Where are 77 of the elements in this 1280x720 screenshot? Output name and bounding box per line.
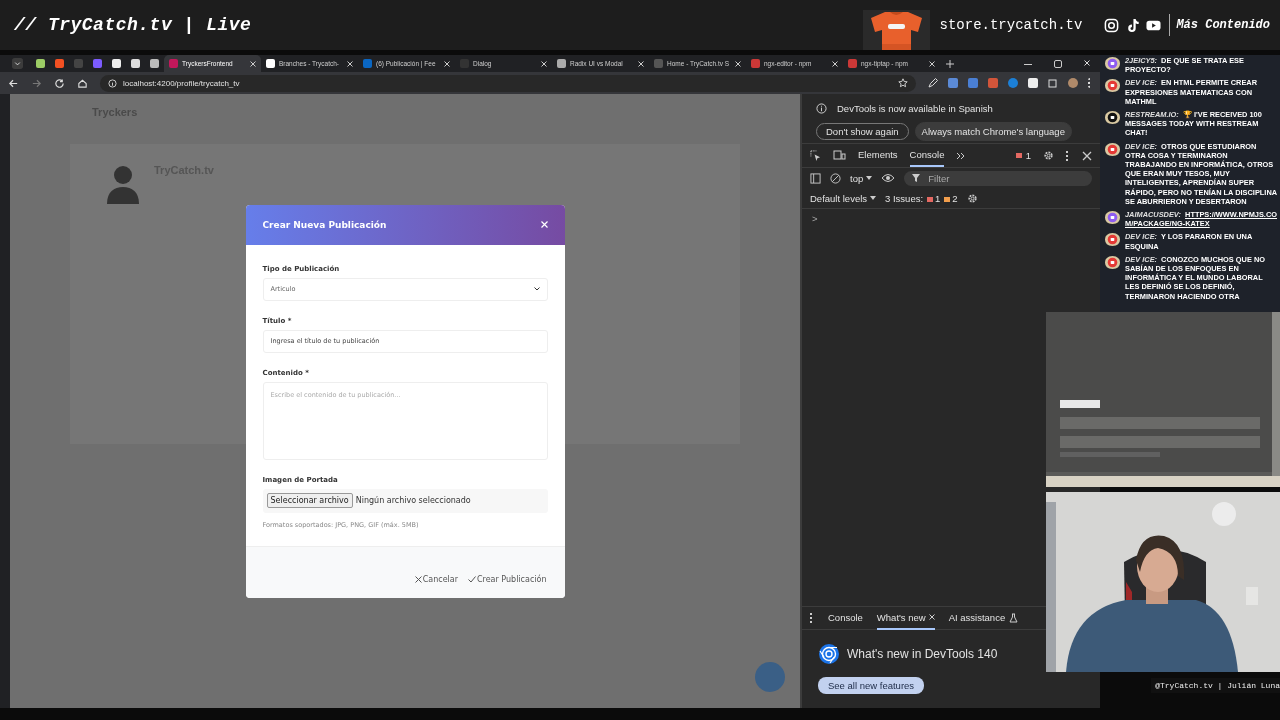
- tab-search-icon[interactable]: [12, 58, 23, 69]
- close-icon[interactable]: [541, 60, 547, 67]
- tiktok-icon[interactable]: [1125, 17, 1141, 33]
- flask-icon: [1009, 613, 1019, 623]
- youtube-badge-icon: [1104, 141, 1121, 157]
- chrome-logo-icon: [818, 643, 840, 665]
- drawer-tab[interactable]: Console: [828, 606, 863, 630]
- choose-file-button[interactable]: Seleccionar archivo: [266, 493, 353, 508]
- streamer-name-tag: @TryCatch.tv | Julián Luna: [1151, 678, 1280, 693]
- notice-button[interactable]: Always match Chrome's language: [914, 122, 1072, 141]
- youtube-badge-icon: [1104, 254, 1121, 270]
- avatar-icon: [106, 164, 140, 204]
- more-tabs-icon[interactable]: [956, 151, 966, 160]
- modal-title: Crear Nueva Publicación: [262, 219, 387, 230]
- close-icon[interactable]: [929, 60, 935, 67]
- filter-field[interactable]: Filter: [904, 170, 1092, 186]
- drawer-menu-icon[interactable]: [810, 613, 814, 623]
- stream-title: // TryCatch.tv | Live: [14, 15, 252, 35]
- see-all-features-button[interactable]: See all new features: [818, 677, 925, 694]
- more-content-label: Más Contenido: [1176, 18, 1270, 32]
- close-icon[interactable]: [832, 60, 838, 67]
- error-count[interactable]: 1: [1011, 150, 1031, 161]
- chevron-down-icon: [533, 287, 540, 291]
- home-icon[interactable]: [77, 77, 88, 89]
- youtube-badge-icon: [1104, 232, 1121, 248]
- close-icon: [414, 575, 422, 583]
- twitch-badge-icon: [1104, 56, 1121, 71]
- restore-icon[interactable]: [1054, 59, 1062, 68]
- caret-icon: [866, 176, 873, 180]
- pen-icon[interactable]: [928, 78, 938, 88]
- close-icon[interactable]: [347, 60, 353, 67]
- devtools-tab[interactable]: Elements: [858, 144, 898, 167]
- back-icon[interactable]: [8, 77, 19, 89]
- instagram-icon[interactable]: [1104, 17, 1120, 33]
- close-icon[interactable]: [250, 60, 256, 67]
- twitch-badge-icon: [1104, 210, 1121, 226]
- reload-icon[interactable]: [54, 77, 65, 89]
- console-prompt[interactable]: >: [812, 213, 818, 224]
- check-icon: [467, 575, 476, 583]
- filter-icon: [912, 174, 921, 182]
- info-icon[interactable]: [108, 78, 117, 88]
- youtube-badge-icon: [1104, 78, 1121, 94]
- log-levels-select[interactable]: Default levels: [810, 192, 877, 204]
- close-icon[interactable]: [638, 60, 644, 67]
- cancel-button[interactable]: Cancelar: [414, 574, 458, 584]
- settings-icon[interactable]: [1043, 150, 1054, 161]
- device-toolbar-icon[interactable]: [833, 150, 846, 161]
- inspect-icon[interactable]: [810, 150, 821, 161]
- close-icon[interactable]: [444, 60, 450, 67]
- file-status: Ningún archivo seleccionado: [355, 496, 471, 505]
- context-select[interactable]: top: [850, 172, 873, 184]
- close-icon[interactable]: [1084, 59, 1090, 66]
- store-url: store.trycatch.tv: [939, 17, 1083, 33]
- close-icon[interactable]: [928, 614, 935, 620]
- devtools-tab[interactable]: Console: [909, 144, 945, 167]
- new-tab-icon[interactable]: [946, 59, 954, 68]
- sidebar-toggle-icon[interactable]: [810, 172, 821, 184]
- bookmark-star-icon[interactable]: [898, 78, 908, 88]
- settings-icon[interactable]: [966, 192, 978, 204]
- clear-console-icon[interactable]: [830, 172, 841, 184]
- more-options-icon[interactable]: [1066, 150, 1070, 161]
- close-icon[interactable]: [735, 60, 741, 67]
- forward-icon[interactable]: [31, 77, 42, 89]
- close-icon[interactable]: [1082, 150, 1092, 161]
- address-bar[interactable]: localhost:4200/profile/trycatch_tv: [100, 74, 916, 92]
- drawer-tab[interactable]: What's new: [876, 606, 935, 630]
- create-post-button[interactable]: Crear Publicación: [467, 574, 547, 584]
- whats-new-title: What's new in DevTools 140: [847, 647, 998, 661]
- restream-badge-icon: [1104, 110, 1121, 125]
- caret-icon: [870, 196, 877, 200]
- language-notice: DevTools is now available in Spanish: [837, 103, 993, 114]
- drawer-tab[interactable]: AI assistance: [948, 606, 1006, 630]
- info-icon: [816, 103, 827, 114]
- profile-avatar[interactable]: [1068, 78, 1078, 88]
- puzzle-icon[interactable]: [1048, 78, 1058, 88]
- issues-label[interactable]: 3 Issues: 1 2: [885, 192, 958, 204]
- eye-icon[interactable]: [881, 173, 896, 183]
